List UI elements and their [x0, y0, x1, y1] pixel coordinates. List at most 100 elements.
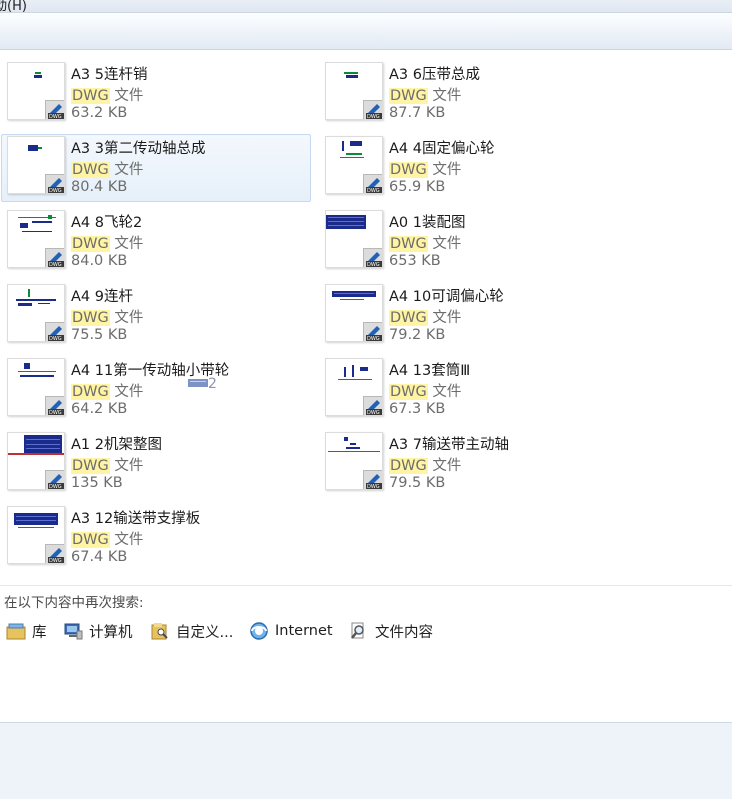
search-highlight: DWG — [389, 310, 428, 326]
result-item-selected[interactable]: DWG A3 3第二传动轴总成 DWG 文件 80.4 KB — [1, 134, 311, 202]
dwg-badge-icon: DWG — [363, 100, 382, 120]
svg-text:DWG: DWG — [49, 558, 62, 564]
dwg-badge-icon: DWG — [45, 470, 64, 490]
search-highlight: DWG — [71, 458, 110, 474]
menu-bar: 动(H) — [0, 0, 732, 14]
dwg-badge-icon: DWG — [45, 100, 64, 120]
search-highlight: DWG — [71, 162, 110, 178]
search-highlight: DWG — [389, 458, 428, 474]
file-name: A3 6压带总成 — [389, 67, 480, 83]
library-icon — [6, 623, 26, 640]
search-option-file-contents[interactable]: 文件内容 — [349, 621, 433, 641]
search-again-title: 在以下内容中再次搜索: — [4, 595, 144, 611]
file-size: 84.0 KB — [71, 253, 128, 269]
dwg-thumbnail-icon: DWG — [325, 358, 383, 416]
file-type: DWG 文件 — [71, 532, 144, 548]
result-item[interactable]: DWG A3 7输送带主动轴 DWG 文件 79.5 KB — [319, 430, 629, 498]
svg-text:DWG: DWG — [49, 410, 62, 416]
artifact-text: 2 — [208, 376, 217, 392]
file-name: A3 12输送带支撑板 — [71, 511, 201, 527]
svg-text:DWG: DWG — [49, 262, 62, 268]
result-item[interactable]: DWG A3 12输送带支撑板 DWG 文件 67.4 KB — [1, 504, 311, 572]
file-size: 75.5 KB — [71, 327, 128, 343]
file-size: 653 KB — [389, 253, 441, 269]
result-item[interactable]: DWG A4 13套筒Ⅲ DWG 文件 67.3 KB — [319, 356, 629, 424]
dwg-thumbnail-icon: DWG — [7, 506, 65, 564]
svg-text:DWG: DWG — [49, 114, 62, 120]
file-type: DWG 文件 — [71, 236, 144, 252]
computer-icon — [64, 623, 83, 640]
file-size: 79.2 KB — [389, 327, 446, 343]
dwg-thumbnail-icon: DWG — [325, 62, 383, 120]
toolbar — [0, 13, 732, 50]
file-name: A4 8飞轮2 — [71, 215, 143, 231]
result-item[interactable]: DWG A3 5连杆销 DWG 文件 63.2 KB — [1, 60, 311, 128]
dwg-thumbnail-icon: DWG — [7, 284, 65, 342]
file-size: 63.2 KB — [71, 105, 128, 121]
search-highlight: DWG — [71, 236, 110, 252]
dwg-thumbnail-icon: DWG — [7, 432, 65, 490]
search-highlight: DWG — [71, 88, 110, 104]
search-highlight: DWG — [71, 384, 110, 400]
search-highlight: DWG — [71, 310, 110, 326]
search-highlight: DWG — [71, 532, 110, 548]
search-option-custom[interactable]: 自定义... — [150, 621, 233, 641]
dwg-badge-icon: DWG — [363, 174, 382, 193]
file-size: 135 KB — [71, 475, 123, 491]
search-option-computer[interactable]: 计算机 — [63, 621, 133, 641]
file-name: A4 9连杆 — [71, 289, 133, 305]
file-size: 67.4 KB — [71, 549, 128, 565]
file-type: DWG 文件 — [71, 384, 144, 400]
search-option-internet[interactable]: Internet — [249, 621, 333, 641]
dwg-badge-icon: DWG — [45, 248, 64, 268]
file-name: A3 7输送带主动轴 — [389, 437, 509, 453]
help-menu-fragment[interactable]: 动(H) — [0, 0, 27, 14]
file-name: A0 1装配图 — [389, 215, 466, 231]
svg-text:DWG: DWG — [49, 484, 62, 490]
search-highlight: DWG — [389, 384, 428, 400]
result-item[interactable]: DWG A0 1装配图 DWG 文件 653 KB — [319, 208, 629, 276]
file-type: DWG 文件 — [71, 310, 144, 326]
search-highlight: DWG — [389, 162, 428, 178]
dwg-thumbnail-icon: DWG — [7, 62, 65, 120]
file-type: DWG 文件 — [71, 162, 144, 178]
dwg-thumbnail-icon: DWG — [325, 432, 383, 490]
search-option-library[interactable]: 库 — [6, 621, 47, 641]
dwg-thumbnail-icon: DWG — [325, 284, 383, 342]
dwg-badge-icon: DWG — [45, 174, 64, 193]
dwg-badge-icon: DWG — [363, 470, 382, 489]
file-size: 67.3 KB — [389, 401, 446, 417]
result-item[interactable]: DWG A1 2机架整图 DWG 文件 135 KB — [1, 430, 311, 498]
dwg-thumbnail-icon: DWG — [7, 358, 65, 416]
file-type: DWG 文件 — [389, 162, 462, 178]
result-item[interactable]: DWG A4 4固定偏心轮 DWG 文件 65.9 KB — [319, 134, 629, 202]
svg-text:DWG: DWG — [367, 114, 380, 120]
search-highlight: DWG — [389, 236, 428, 252]
svg-text:DWG: DWG — [367, 410, 380, 416]
dwg-badge-icon: DWG — [363, 248, 382, 268]
dwg-thumbnail-icon: DWG — [7, 136, 65, 194]
result-item[interactable]: DWG A4 9连杆 DWG 文件 75.5 KB — [1, 282, 311, 350]
result-item[interactable]: DWG A4 11第一传动轴小带轮 DWG 文件 64.2 KB — [1, 356, 311, 424]
result-item[interactable]: DWG A4 10可调偏心轮 DWG 文件 79.2 KB — [319, 282, 629, 350]
file-type: DWG 文件 — [389, 310, 462, 326]
file-contents-search-icon — [351, 622, 364, 639]
dwg-badge-icon: DWG — [45, 396, 64, 416]
result-item[interactable]: DWG A4 8飞轮2 DWG 文件 84.0 KB — [1, 208, 311, 276]
svg-text:DWG: DWG — [367, 262, 380, 268]
file-type: DWG 文件 — [389, 88, 462, 104]
dwg-badge-icon: DWG — [363, 322, 382, 341]
dwg-badge-icon: DWG — [45, 544, 64, 564]
result-item[interactable]: DWG A3 6压带总成 DWG 文件 87.7 KB — [319, 60, 629, 128]
file-name: A4 4固定偏心轮 — [389, 141, 495, 157]
file-size: 87.7 KB — [389, 105, 446, 121]
file-type: DWG 文件 — [389, 384, 462, 400]
dwg-thumbnail-icon: DWG — [325, 210, 383, 268]
file-name: A3 5连杆销 — [71, 67, 148, 83]
search-highlight: DWG — [389, 88, 428, 104]
dwg-badge-icon: DWG — [363, 396, 382, 416]
file-size: 64.2 KB — [71, 401, 128, 417]
file-size: 65.9 KB — [389, 179, 446, 195]
dwg-badge-icon: DWG — [45, 322, 64, 341]
file-name: A3 3第二传动轴总成 — [71, 141, 206, 157]
